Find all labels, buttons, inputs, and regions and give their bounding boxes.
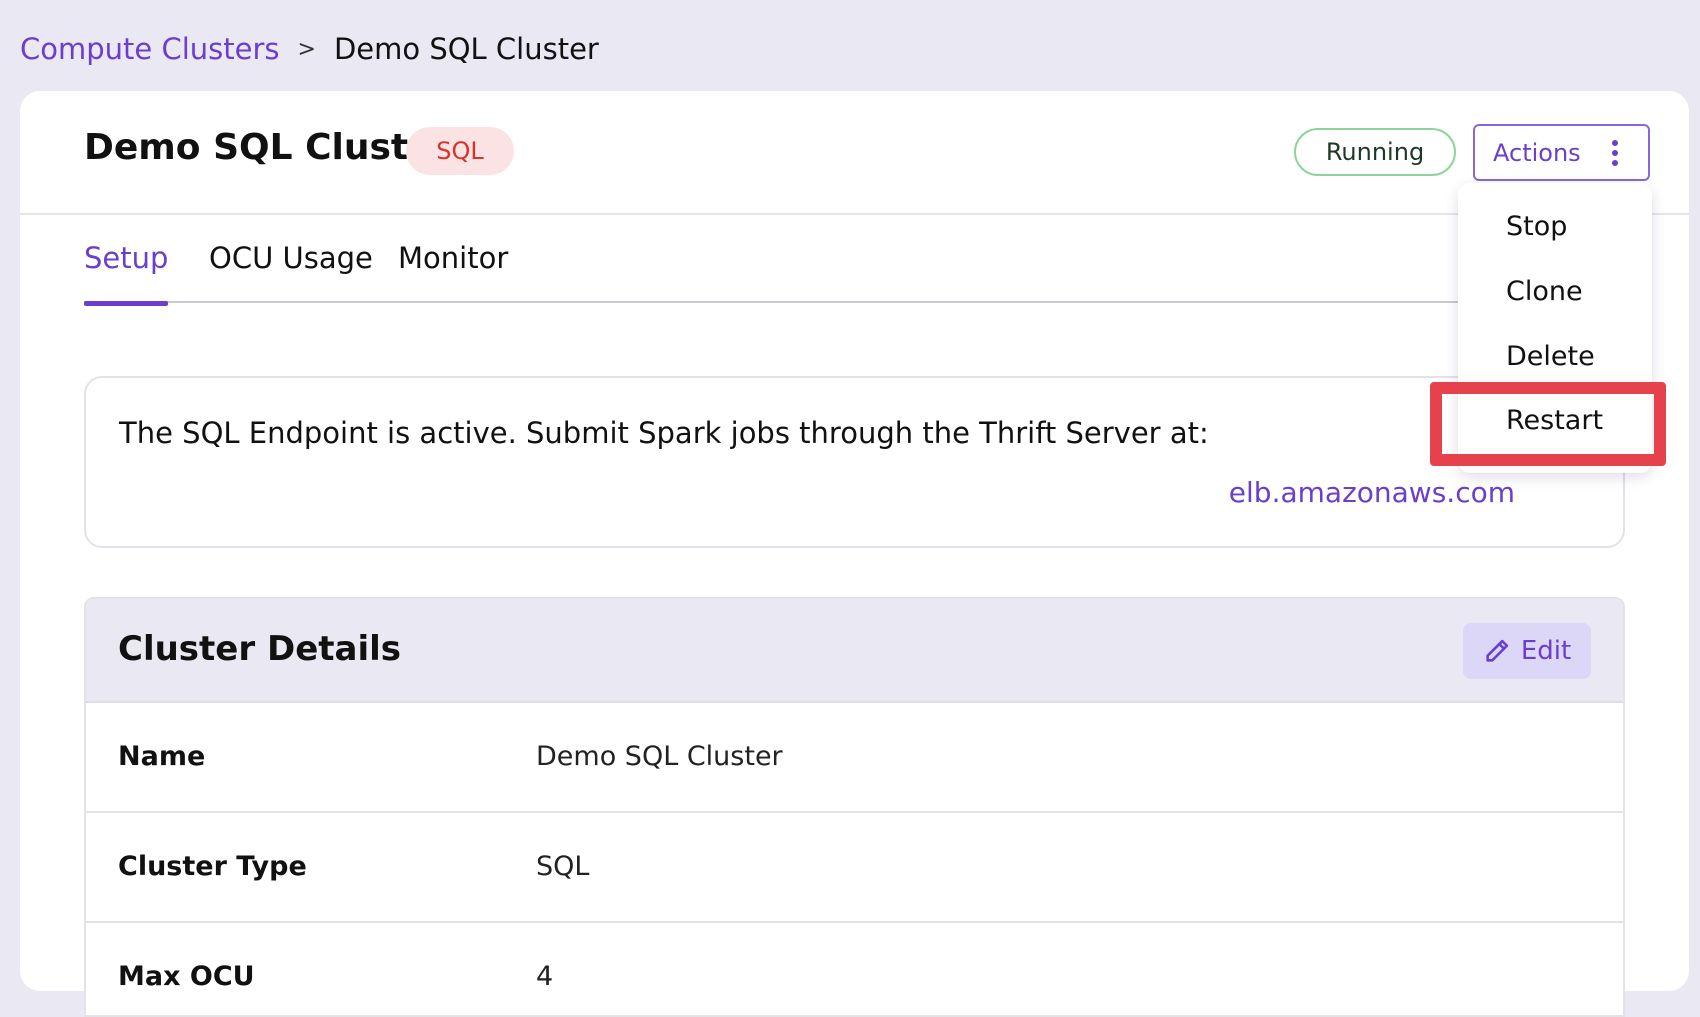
tab-setup[interactable]: Setup [84, 241, 169, 306]
cluster-header: Demo SQL Cluster SQL Running Actions [20, 91, 1689, 215]
status-badge: Running [1294, 128, 1456, 176]
detail-value-name: Demo SQL Cluster [536, 741, 783, 772]
detail-row: Name Demo SQL Cluster [86, 703, 1623, 813]
tab-ocu-usage[interactable]: OCU Usage [209, 241, 373, 303]
menu-item-stop[interactable]: Stop [1506, 211, 1567, 242]
endpoint-url-link[interactable]: elb.amazonaws.com [1229, 476, 1515, 509]
detail-label-name: Name [118, 741, 206, 772]
cluster-details-header: Cluster Details Edit [86, 599, 1623, 703]
breadcrumb-link-compute-clusters[interactable]: Compute Clusters [20, 32, 280, 66]
pencil-icon [1486, 639, 1509, 662]
detail-value-max-ocu: 4 [536, 961, 554, 992]
breadcrumb-current: Demo SQL Cluster [333, 32, 599, 66]
actions-button-label: Actions [1493, 138, 1581, 167]
endpoint-message: The SQL Endpoint is active. Submit Spark… [119, 416, 1209, 450]
menu-item-clone[interactable]: Clone [1506, 276, 1583, 307]
actions-button[interactable]: Actions [1473, 124, 1650, 181]
tab-monitor[interactable]: Monitor [398, 241, 508, 303]
breadcrumb-separator: > [297, 36, 316, 62]
detail-label-cluster-type: Cluster Type [118, 851, 307, 882]
menu-item-restart[interactable]: Restart [1506, 405, 1603, 436]
edit-button[interactable]: Edit [1463, 623, 1591, 679]
page-title: Demo SQL Cluster [84, 127, 451, 168]
detail-row: Max OCU 4 [86, 923, 1623, 1015]
tab-bar: Setup OCU Usage Monitor [84, 241, 1484, 306]
detail-row: Cluster Type SQL [86, 813, 1623, 923]
kebab-vertical-icon [1612, 140, 1618, 166]
edit-button-label: Edit [1520, 636, 1572, 666]
breadcrumb: Compute Clusters > Demo SQL Cluster [20, 32, 599, 66]
cluster-card: Demo SQL Cluster SQL Running Actions Set… [20, 91, 1689, 1017]
cluster-type-badge: SQL [406, 127, 514, 175]
menu-item-delete[interactable]: Delete [1506, 341, 1595, 372]
detail-value-cluster-type: SQL [536, 851, 590, 882]
actions-dropdown-menu: Stop Clone Delete Restart [1458, 183, 1652, 473]
cluster-details-title: Cluster Details [118, 629, 401, 669]
endpoint-info-box: The SQL Endpoint is active. Submit Spark… [84, 376, 1625, 548]
cluster-details-section: Cluster Details Edit Name Demo SQL Clust… [84, 597, 1625, 1017]
detail-label-max-ocu: Max OCU [118, 961, 255, 992]
